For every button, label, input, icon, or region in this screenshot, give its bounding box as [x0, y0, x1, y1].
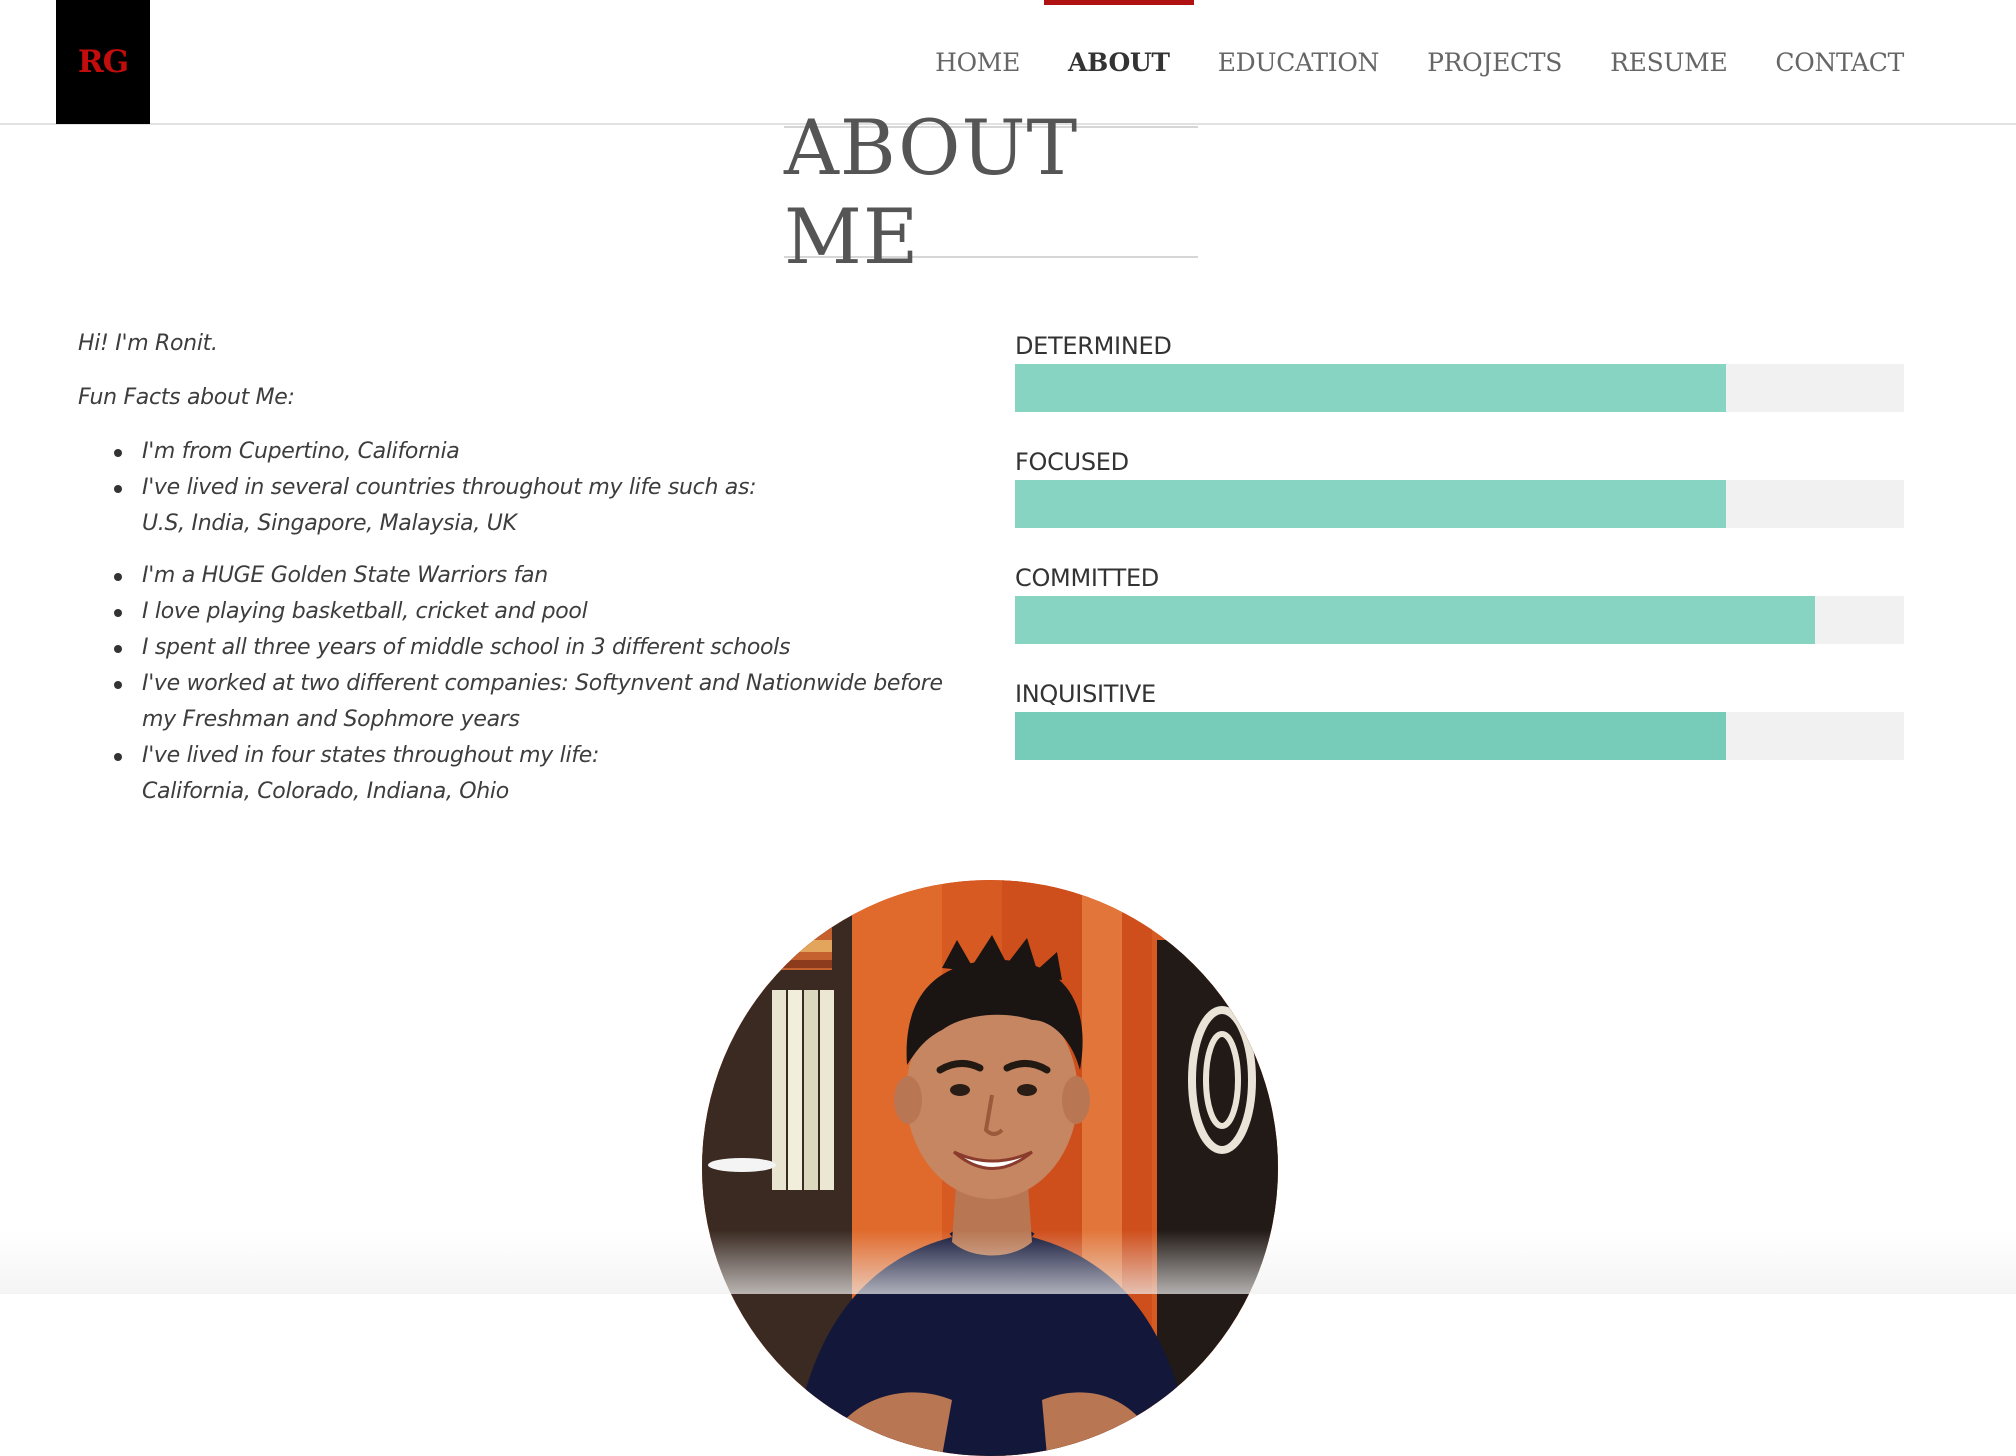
fun-facts-list: I'm from Cupertino, California I've live…	[78, 434, 958, 810]
nav-resume[interactable]: RESUME	[1610, 0, 1728, 124]
list-item: I've lived in several countries througho…	[78, 470, 958, 542]
fact-line: I've lived in several countries througho…	[142, 475, 757, 500]
skill-bar-fill	[1015, 596, 1816, 644]
skill-bar-fill	[1015, 480, 1727, 528]
skills-panel: DETERMINED FOCUSED COMMITTED INQUISITIVE	[1015, 328, 1904, 792]
fact-line: I love playing basketball, cricket and p…	[142, 599, 588, 624]
skill-bar-track	[1015, 596, 1904, 644]
fact-line: I've worked at two different companies: …	[142, 671, 943, 696]
nav-education[interactable]: EDUCATION	[1218, 0, 1380, 124]
skill-label: COMMITTED	[1015, 564, 1159, 592]
facts-heading: Fun Facts about Me:	[78, 385, 295, 410]
list-item: I spent all three years of middle school…	[78, 630, 958, 666]
skill-label: DETERMINED	[1015, 332, 1172, 360]
logo-text: RG	[77, 44, 129, 80]
list-item: I'm from Cupertino, California	[78, 434, 958, 470]
skill-determined: DETERMINED	[1015, 328, 1904, 444]
fact-line: I'm from Cupertino, California	[142, 439, 460, 464]
site-logo[interactable]: RG	[56, 0, 150, 124]
skill-label: FOCUSED	[1015, 448, 1129, 476]
fact-line: I'm a HUGE Golden State Warriors fan	[142, 563, 548, 588]
fact-line-continued: U.S, India, Singapore, Malaysia, UK	[142, 511, 517, 536]
profile-photo-illustration	[702, 880, 1278, 1456]
nav-contact[interactable]: CONTACT	[1775, 0, 1904, 124]
list-item: I've worked at two different companies: …	[78, 666, 958, 738]
greeting: Hi! I'm Ronit.	[78, 331, 218, 356]
fact-line: I spent all three years of middle school…	[142, 635, 791, 660]
nav-projects[interactable]: PROJECTS	[1427, 0, 1562, 124]
skill-bar-fill	[1015, 364, 1727, 412]
page-title: ABOUT ME	[784, 103, 1079, 281]
list-item: I love playing basketball, cricket and p…	[78, 594, 958, 630]
skill-bar-track	[1015, 480, 1904, 528]
fact-line: I've lived in four states throughout my …	[142, 743, 600, 768]
skill-bar-fill	[1015, 712, 1727, 760]
skill-bar-track	[1015, 364, 1904, 412]
skill-committed: COMMITTED	[1015, 560, 1904, 676]
page-title-block: ABOUT ME	[784, 103, 1198, 281]
profile-photo	[702, 880, 1278, 1456]
fact-line-continued: my Freshman and Sophmore years	[142, 707, 520, 732]
skill-focused: FOCUSED	[1015, 444, 1904, 560]
skill-inquisitive: INQUISITIVE	[1015, 676, 1904, 792]
skill-label: INQUISITIVE	[1015, 680, 1156, 708]
fact-line-continued: California, Colorado, Indiana, Ohio	[142, 779, 509, 804]
list-item: I'm a HUGE Golden State Warriors fan	[78, 558, 958, 594]
about-text: Hi! I'm Ronit. Fun Facts about Me: I'm f…	[78, 326, 958, 810]
list-item: I've lived in four states throughout my …	[78, 738, 958, 810]
skill-bar-track	[1015, 712, 1904, 760]
